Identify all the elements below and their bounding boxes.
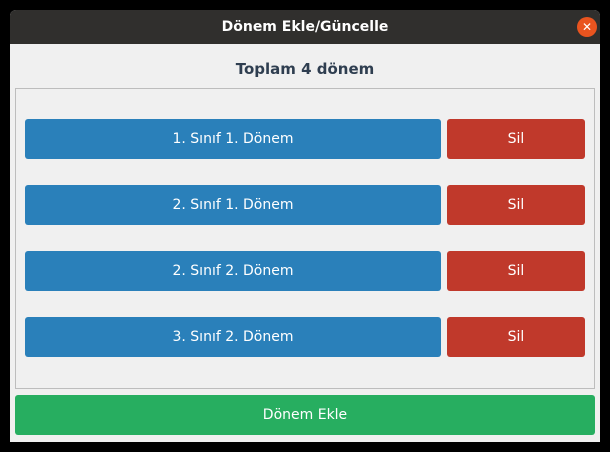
window-title: Dönem Ekle/Güncelle xyxy=(221,19,389,35)
term-button[interactable]: 1. Sınıf 1. Dönem xyxy=(25,119,441,159)
term-row: 2. Sınıf 2. Dönem Sil xyxy=(25,251,585,291)
term-button[interactable]: 2. Sınıf 2. Dönem xyxy=(25,251,441,291)
term-row: 1. Sınıf 1. Dönem Sil xyxy=(25,119,585,159)
delete-term-button[interactable]: Sil xyxy=(447,119,585,159)
delete-term-button[interactable]: Sil xyxy=(447,317,585,357)
close-icon[interactable]: ✕ xyxy=(577,17,597,37)
term-list: 1. Sınıf 1. Dönem Sil 2. Sınıf 1. Dönem … xyxy=(15,88,595,389)
term-row: 3. Sınıf 2. Dönem Sil xyxy=(25,317,585,357)
delete-term-button[interactable]: Sil xyxy=(447,185,585,225)
term-count-heading: Toplam 4 dönem xyxy=(235,60,375,78)
add-term-button[interactable]: Dönem Ekle xyxy=(15,395,595,435)
term-button[interactable]: 3. Sınıf 2. Dönem xyxy=(25,317,441,357)
term-row: 2. Sınıf 1. Dönem Sil xyxy=(25,185,585,225)
term-button[interactable]: 2. Sınıf 1. Dönem xyxy=(25,185,441,225)
dialog-window: Dönem Ekle/Güncelle ✕ Toplam 4 dönem 1. … xyxy=(10,10,600,442)
delete-term-button[interactable]: Sil xyxy=(447,251,585,291)
title-bar[interactable]: Dönem Ekle/Güncelle ✕ xyxy=(10,10,600,44)
